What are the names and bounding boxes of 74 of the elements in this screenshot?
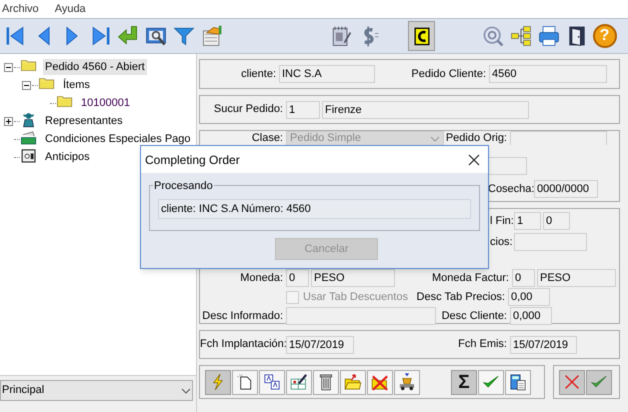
field-label: Fch Implantación: — [200, 337, 286, 352]
new-button[interactable] — [232, 370, 258, 394]
field-label: cios: — [490, 234, 514, 250]
field-label: Clase: — [250, 130, 284, 146]
field-label: Sucur Pedido: — [212, 102, 284, 118]
calc-button[interactable] — [505, 370, 531, 394]
menu-item[interactable]: Ayuda — [54, 0, 86, 18]
close-icon[interactable] — [468, 154, 480, 166]
text-field[interactable]: 0,000 — [510, 307, 552, 325]
open-folder-icon — [343, 372, 363, 392]
text-field[interactable]: PESO — [311, 269, 395, 287]
tree-item[interactable]: Representantes — [43, 112, 125, 130]
printer-icon — [536, 24, 560, 48]
text-field[interactable]: 0,00 — [508, 288, 550, 306]
text-field[interactable] — [286, 307, 436, 325]
tree-item[interactable]: Pedido 4560 - Abiert — [43, 58, 147, 76]
collapse-toggle[interactable] — [22, 80, 30, 90]
cancel-button[interactable] — [559, 370, 585, 394]
accept-button[interactable] — [586, 370, 612, 394]
field-label: Moneda Factur: — [430, 270, 510, 286]
field-label: Pedido Cliente: — [410, 66, 487, 82]
loader-button[interactable] — [394, 370, 420, 394]
tree-item[interactable]: Ítems — [61, 76, 92, 94]
field-label: Fch Emis: — [457, 337, 508, 352]
text-field[interactable]: 1 — [286, 100, 320, 118]
chevron-down-icon — [181, 388, 191, 394]
calculator-icon — [508, 372, 528, 392]
text-field[interactable]: 15/07/2019 — [510, 336, 577, 354]
text-field[interactable]: Firenze — [322, 100, 529, 118]
check-button[interactable] — [478, 370, 504, 394]
sum-button[interactable]: Σ — [451, 370, 477, 394]
field-label: cliente: — [240, 66, 277, 82]
folder-x-button[interactable] — [367, 370, 393, 394]
text-field[interactable]: 15/07/2019 — [286, 336, 354, 354]
search-icon — [480, 24, 504, 48]
trash-button[interactable] — [313, 370, 339, 394]
open-button[interactable] — [340, 370, 366, 394]
checkbox-label: Usar Tab Descuentos — [303, 290, 408, 305]
text-field[interactable] — [514, 233, 587, 251]
field-label: Desc Informado: — [201, 308, 284, 324]
field-label: Moneda: — [239, 270, 284, 286]
truck-icon — [397, 372, 417, 392]
letters-icon — [262, 372, 282, 392]
text-field[interactable]: PESO — [537, 269, 616, 287]
close-icon — [562, 372, 582, 392]
field-label: Desc Tab Precios: — [416, 290, 506, 305]
tree-item[interactable]: 10100001 — [79, 94, 132, 112]
copy-button[interactable] — [408, 21, 435, 51]
field-label: Pedido Orig: — [444, 130, 508, 146]
collapse-toggle[interactable] — [4, 62, 12, 72]
translate-button[interactable] — [259, 370, 285, 394]
field-label: Cosecha: — [488, 182, 534, 197]
text-field[interactable]: INC S.A — [279, 65, 375, 83]
field-label: l Fin: — [490, 214, 514, 229]
chevron-down-icon — [430, 136, 440, 142]
hierarchy-icon — [508, 24, 532, 48]
dialog-title: Completing Order — [145, 152, 240, 168]
menu-item[interactable]: Archivo — [2, 0, 39, 18]
text-field[interactable]: 0 — [512, 269, 535, 287]
expand-toggle[interactable] — [4, 116, 12, 126]
view-dropdown[interactable]: Principal — [0, 380, 193, 401]
tree-item[interactable]: Anticipos — [43, 148, 92, 166]
text-field[interactable]: 1 — [514, 212, 541, 230]
text-field[interactable] — [487, 157, 527, 175]
text-field[interactable]: 0 — [543, 212, 570, 230]
status-message: cliente: INC S.A Número: 4560 — [158, 199, 471, 219]
text-field[interactable]: 0 — [286, 269, 309, 287]
lightning-button[interactable] — [205, 370, 231, 394]
text-field[interactable] — [510, 131, 607, 145]
table-pencil-icon — [289, 372, 309, 392]
grid-edit-button[interactable] — [286, 370, 312, 394]
field-label: Desc Cliente: — [440, 308, 508, 324]
text-field[interactable]: 4560 — [489, 65, 607, 83]
tree-item[interactable]: Condiciones Especiales Pago — [43, 130, 193, 148]
